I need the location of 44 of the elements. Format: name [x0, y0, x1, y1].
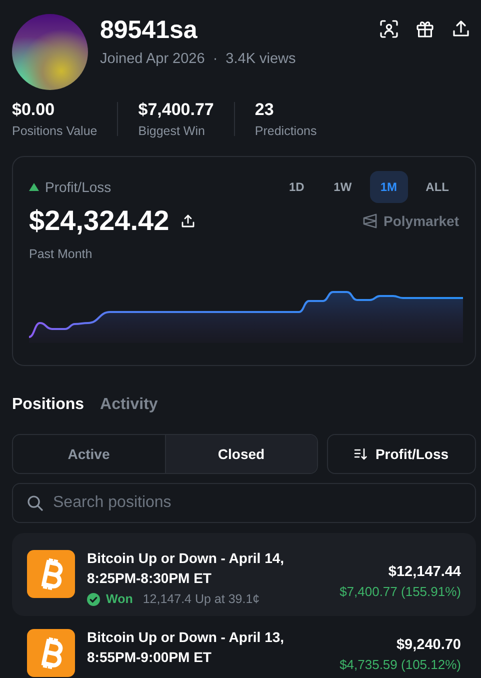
sort-button[interactable]: Profit/Loss	[327, 434, 476, 474]
section-tab[interactable]: Positions	[12, 396, 84, 414]
share-icon[interactable]	[452, 20, 470, 38]
username: 89541sa	[100, 16, 198, 45]
stat-label: Positions Value	[12, 124, 98, 138]
bitcoin-icon	[27, 629, 75, 677]
joined-date: Joined Apr 2026	[100, 51, 205, 67]
bitcoin-icon	[27, 550, 75, 598]
profit-loss-amount: $24,324.42	[29, 205, 170, 237]
gift-icon[interactable]	[416, 20, 434, 38]
polymarket-logo-icon	[362, 213, 378, 229]
search-field[interactable]: Search positions	[12, 483, 476, 523]
stat-value: $7,400.77	[138, 100, 214, 120]
position-profit: $7,400.77 (155.91%)	[340, 584, 461, 599]
filter-tab[interactable]: Closed	[164, 435, 317, 473]
period-label: Past Month	[29, 247, 94, 261]
profit-loss-label: Profit/Loss	[45, 179, 112, 195]
position-card[interactable]: Bitcoin Up or Down - April 14, 8:25PM-8:30PM ET Won 12,147.4 Up at 39.1¢ $12,147.44 $7,400.77 (155.91%)	[12, 533, 476, 616]
filter-tab[interactable]: Active	[13, 435, 164, 473]
check-circle-icon	[87, 592, 100, 606]
stat-label: Biggest Win	[138, 124, 206, 138]
search-icon	[27, 495, 43, 511]
scan-profile-icon[interactable]	[380, 20, 398, 38]
range-tab[interactable]: 1M	[370, 171, 408, 203]
range-tab[interactable]: 1W	[324, 171, 362, 203]
position-title: Bitcoin Up or Down - April 14, 8:25PM-8:30PM ET	[87, 549, 286, 588]
position-row[interactable]: Bitcoin Up or Down - April 13, 8:55PM-9:00PM ET $9,240.70 $4,735.59 (105.12%)	[12, 616, 476, 678]
view-count: 3.4K views	[226, 51, 296, 67]
position-profit: $4,735.59 (105.12%)	[340, 657, 461, 672]
stat-label: Predictions	[254, 124, 317, 138]
share-icon[interactable]	[181, 214, 196, 228]
stat-value: 23	[254, 100, 275, 120]
range-tab[interactable]: 1D	[278, 171, 316, 203]
brand-name: Polymarket	[384, 213, 459, 229]
separator-dot: ·	[212, 51, 218, 67]
sort-icon	[354, 448, 368, 460]
position-detail: 12,147.4 Up at 39.1¢	[142, 592, 260, 606]
stat-value: $0.00	[12, 100, 56, 120]
position-value: $12,147.44	[388, 564, 461, 580]
section-tab[interactable]: Activity	[100, 396, 158, 414]
result-status: Won	[106, 592, 133, 606]
position-value: $9,240.70	[396, 637, 461, 653]
range-tab[interactable]: ALL	[416, 171, 459, 203]
position-title: Bitcoin Up or Down - April 13, 8:55PM-9:00PM ET	[87, 628, 286, 667]
